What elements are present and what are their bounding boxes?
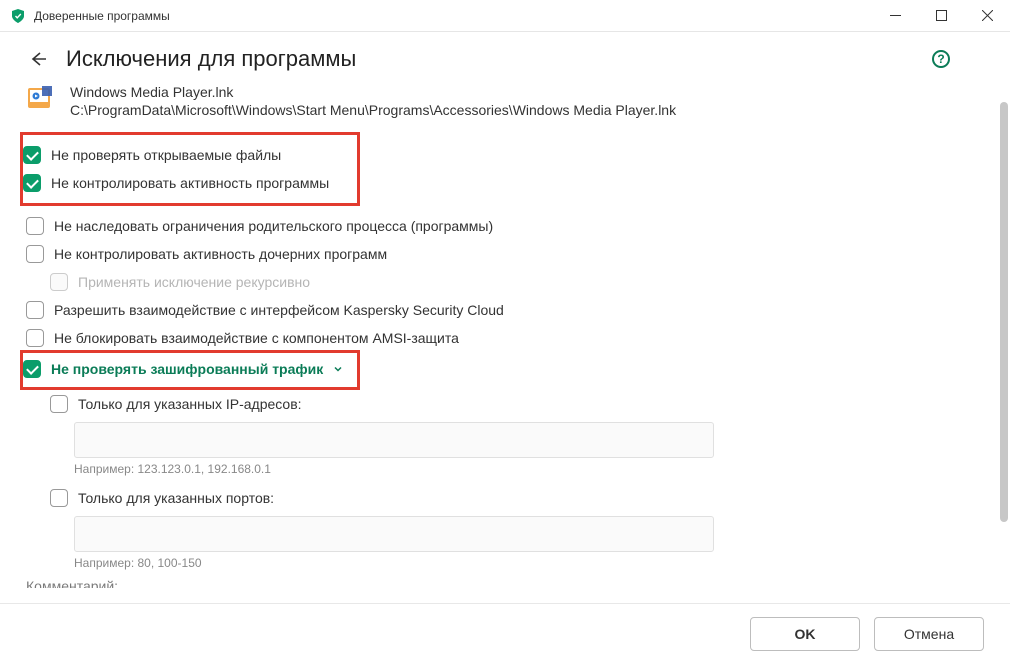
label-allow-ksc: Разрешить взаимодействие с интерфейсом K… [54, 302, 504, 318]
close-button[interactable] [964, 0, 1010, 31]
label-scan-opened-files: Не проверять открываемые файлы [51, 147, 281, 163]
input-ips[interactable] [74, 422, 714, 458]
label-only-ips: Только для указанных IP-адресов: [78, 396, 302, 412]
label-apply-recursive: Применять исключение рекурсивно [78, 274, 310, 290]
checkbox-block-amsi[interactable] [26, 329, 44, 347]
checkbox-inherit-parent[interactable] [26, 217, 44, 235]
label-monitor-activity: Не контролировать активность программы [51, 175, 329, 191]
input-ports[interactable] [74, 516, 714, 552]
checkbox-monitor-activity[interactable] [23, 174, 41, 192]
options-list: Не проверять открываемые файлы Не контро… [0, 132, 996, 570]
option-apply-recursive: Применять исключение рекурсивно [26, 268, 970, 296]
hint-ips: Например: 123.123.0.1, 192.168.0.1 [74, 462, 970, 476]
checkbox-encrypted-traffic[interactable] [23, 360, 41, 378]
option-monitor-activity: Не контролировать активность программы [23, 169, 351, 197]
highlight-box-1: Не проверять открываемые файлы Не контро… [20, 132, 360, 206]
maximize-button[interactable] [918, 0, 964, 31]
option-encrypted-traffic: Не проверять зашифрованный трафик [23, 355, 351, 383]
page-header: Исключения для программы ? [0, 32, 996, 80]
option-only-ips: Только для указанных IP-адресов: [26, 390, 970, 418]
option-block-amsi: Не блокировать взаимодействие с компонен… [26, 324, 970, 352]
chevron-down-icon [333, 361, 343, 377]
file-name: Windows Media Player.lnk [70, 84, 676, 100]
back-button[interactable] [26, 47, 50, 71]
option-allow-ksc: Разрешить взаимодействие с интерфейсом K… [26, 296, 970, 324]
file-path: C:\ProgramData\Microsoft\Windows\Start M… [70, 102, 676, 118]
file-info: Windows Media Player.lnk C:\ProgramData\… [0, 80, 996, 132]
option-inherit-parent: Не наследовать ограничения родительского… [26, 212, 970, 240]
checkbox-allow-ksc[interactable] [26, 301, 44, 319]
checkbox-apply-recursive [50, 273, 68, 291]
option-monitor-children: Не контролировать активность дочерних пр… [26, 240, 970, 268]
checkbox-monitor-children[interactable] [26, 245, 44, 263]
titlebar: Доверенные программы [0, 0, 1010, 32]
label-encrypted-traffic[interactable]: Не проверять зашифрованный трафик [51, 361, 343, 377]
help-icon[interactable]: ? [932, 50, 950, 68]
window-controls [872, 0, 1010, 31]
shield-icon [10, 8, 26, 24]
minimize-button[interactable] [872, 0, 918, 31]
label-monitor-children: Не контролировать активность дочерних пр… [54, 246, 387, 262]
label-block-amsi: Не блокировать взаимодействие с компонен… [54, 330, 459, 346]
scrollbar-thumb[interactable] [1000, 102, 1008, 522]
window-title: Доверенные программы [34, 9, 872, 23]
option-scan-opened-files: Не проверять открываемые файлы [23, 141, 351, 169]
cancel-button[interactable]: Отмена [874, 617, 984, 651]
option-only-ports: Только для указанных портов: [26, 484, 970, 512]
checkbox-only-ports[interactable] [50, 489, 68, 507]
highlight-box-2: Не проверять зашифрованный трафик [20, 350, 360, 390]
page-title: Исключения для программы [66, 46, 932, 72]
comment-label: Комментарий: [0, 578, 996, 588]
footer: OK Отмена [0, 603, 1010, 663]
label-inherit-parent: Не наследовать ограничения родительского… [54, 218, 493, 234]
label-only-ports: Только для указанных портов: [78, 490, 274, 506]
ok-button[interactable]: OK [750, 617, 860, 651]
checkbox-scan-opened-files[interactable] [23, 146, 41, 164]
encrypted-traffic-text: Не проверять зашифрованный трафик [51, 361, 323, 377]
checkbox-only-ips[interactable] [50, 395, 68, 413]
hint-ports: Например: 80, 100-150 [74, 556, 970, 570]
application-icon [26, 84, 54, 112]
